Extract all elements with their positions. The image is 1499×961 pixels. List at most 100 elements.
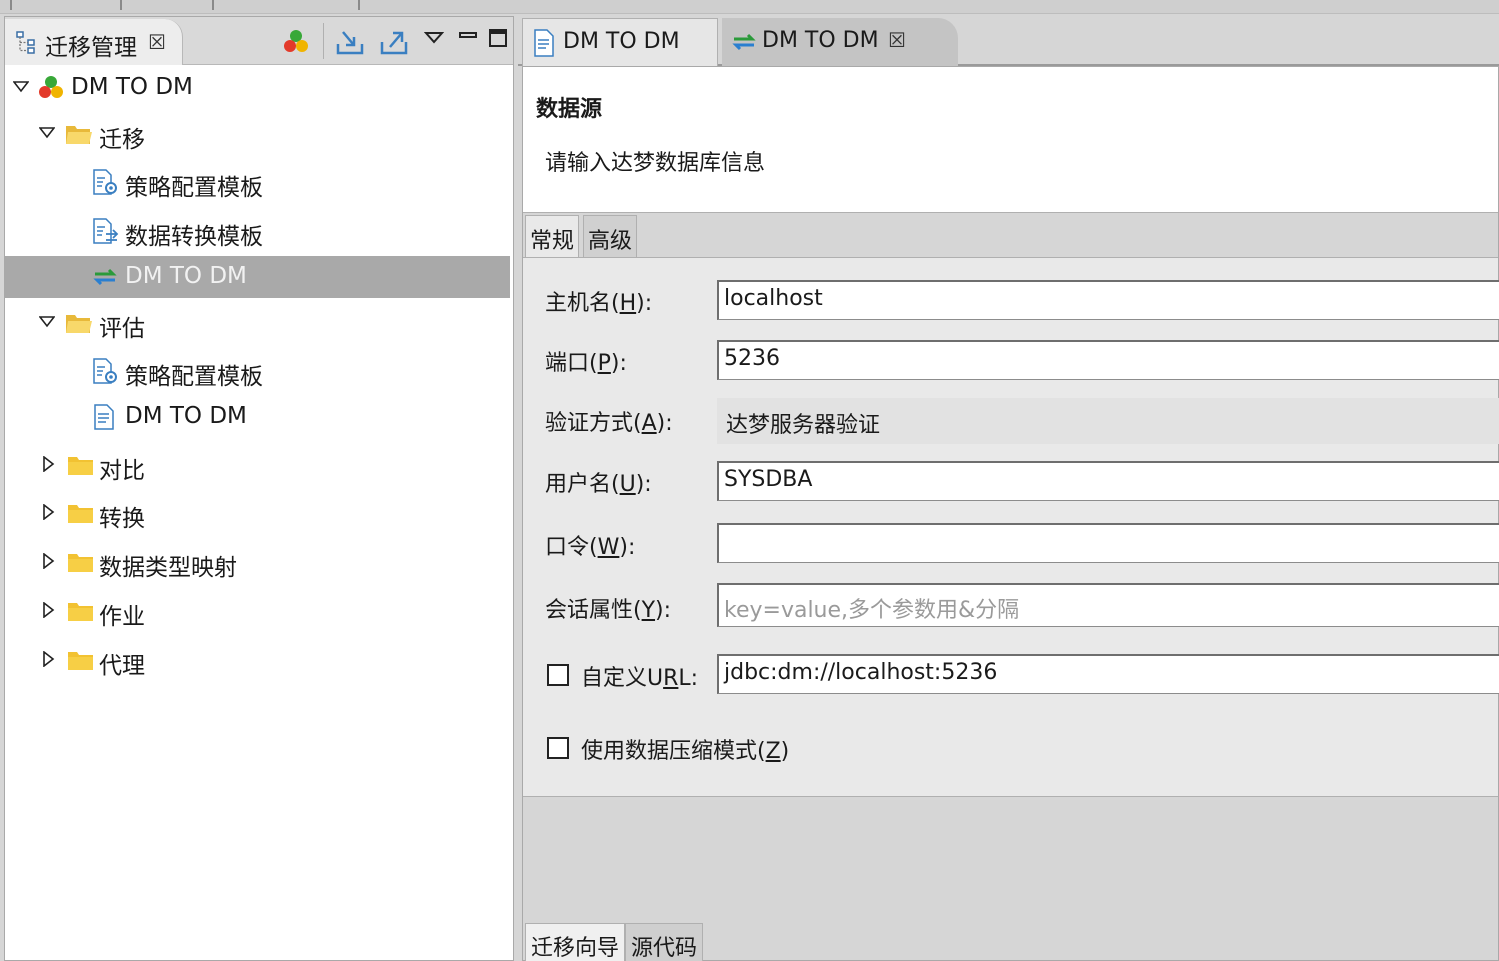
chevron-right-icon[interactable] xyxy=(41,504,57,520)
tree-item-label: 数据类型映射 xyxy=(99,555,237,581)
tree-item-agent[interactable]: 代理 xyxy=(5,639,510,681)
migration-icon xyxy=(93,268,117,286)
tab-label: 迁移管理 xyxy=(45,35,137,61)
editor-bottom-tabs: 迁移向导 源代码 xyxy=(523,923,1498,961)
custom-url-input[interactable]: jdbc:dm://localhost:5236 xyxy=(717,654,1499,694)
close-icon[interactable]: ☒ xyxy=(148,30,166,54)
document-icon xyxy=(534,29,554,57)
password-label: 口令(W): xyxy=(545,535,636,560)
folder-icon xyxy=(68,505,93,523)
top-strip-separator xyxy=(358,0,360,10)
folder-icon xyxy=(68,457,93,475)
page-description: 请输入达梦数据库信息 xyxy=(545,151,766,176)
minimize-icon[interactable] xyxy=(453,21,483,51)
tree-item-convert[interactable]: 转换 xyxy=(5,492,510,534)
tree-item-label: 策略配置模板 xyxy=(125,364,263,390)
tree-structure-icon xyxy=(16,31,35,54)
tab-label: DM TO DM xyxy=(563,29,680,54)
top-strip-separator xyxy=(212,0,214,10)
tree-item-label: 数据转换模板 xyxy=(125,224,263,250)
username-input[interactable]: SYSDBA xyxy=(717,461,1499,501)
tree-item-label: 转换 xyxy=(99,506,145,532)
wizard-header: 数据源 请输入达梦数据库信息 xyxy=(523,67,1498,213)
view-menu-icon[interactable] xyxy=(419,23,449,53)
chevron-down-icon[interactable] xyxy=(39,125,55,141)
tree-item-label: 评估 xyxy=(99,316,145,342)
tab-source-code[interactable]: 源代码 xyxy=(625,923,704,961)
tree-item-jobs[interactable]: 作业 xyxy=(5,590,510,632)
migration-icon xyxy=(732,33,756,51)
strategy-template-icon xyxy=(93,358,117,384)
strategy-template-icon xyxy=(93,169,117,195)
convert-template-icon xyxy=(93,218,119,244)
custom-url-checkbox[interactable] xyxy=(547,664,569,686)
data-compression-checkbox[interactable] xyxy=(547,737,569,759)
chevron-right-icon[interactable] xyxy=(41,602,57,618)
chevron-right-icon[interactable] xyxy=(41,553,57,569)
tree-item-convert-template[interactable]: 数据转换模板 xyxy=(5,210,510,252)
tree-item-strategy-template[interactable]: 策略配置模板 xyxy=(5,350,510,392)
username-label: 用户名(U): xyxy=(545,472,652,497)
close-icon[interactable]: ☒ xyxy=(888,28,906,52)
colored-balls-icon[interactable] xyxy=(281,27,311,57)
tree-item-strategy-template[interactable]: 策略配置模板 xyxy=(5,161,510,203)
top-strip-separator xyxy=(10,0,12,10)
migration-management-view: 迁移管理 ☒ DM TO DM 迁移 策略配置模板 数据转换模板 DM TO D… xyxy=(4,16,514,961)
top-strip-separator xyxy=(120,0,122,10)
folder-icon xyxy=(68,652,93,670)
tree-item-migration[interactable]: 迁移 xyxy=(5,113,510,155)
chevron-right-icon[interactable] xyxy=(41,651,57,667)
tab-migration-wizard[interactable]: 迁移向导 xyxy=(525,923,626,961)
maximize-icon[interactable] xyxy=(483,23,513,53)
tab-advanced[interactable]: 高级 xyxy=(583,215,638,257)
tree-item-data-type-mapping[interactable]: 数据类型映射 xyxy=(5,541,510,583)
import-icon[interactable] xyxy=(335,27,365,57)
tab-label: DM TO DM xyxy=(762,28,879,53)
auth-method-select[interactable]: 达梦服务器验证 xyxy=(717,398,1499,444)
chevron-down-icon[interactable] xyxy=(39,314,55,330)
chevron-right-icon[interactable] xyxy=(41,456,57,472)
auth-method-label: 验证方式(A): xyxy=(545,411,673,436)
editor-tabs: DM TO DM DM TO DM ☒ xyxy=(518,16,1499,66)
port-label: 端口(P): xyxy=(545,351,627,376)
project-icon xyxy=(39,76,63,98)
export-icon[interactable] xyxy=(379,27,409,57)
tree-item-compare[interactable]: 对比 xyxy=(5,444,510,486)
page-title: 数据源 xyxy=(536,97,603,122)
tree-item-label: 迁移 xyxy=(99,127,145,153)
settings-tabs: 常规 高级 xyxy=(523,215,1498,257)
session-properties-input[interactable]: key=value,多个参数用&分隔 xyxy=(717,583,1499,627)
tree-item-label: DM TO DM xyxy=(71,74,193,100)
migration-editor: DM TO DM DM TO DM ☒ 数据源 请输入达梦数据库信息 常规 高级… xyxy=(518,16,1499,961)
tree-item-dm-to-dm-assessment[interactable]: DM TO DM xyxy=(5,396,510,438)
tree-item-assessment[interactable]: 评估 xyxy=(5,302,510,344)
data-compression-label: 使用数据压缩模式(Z) xyxy=(581,739,790,764)
editor-body: 数据源 请输入达梦数据库信息 常规 高级 主机名(H): localhost 端… xyxy=(522,66,1499,961)
toolbar-separator xyxy=(323,23,324,59)
top-strip xyxy=(0,0,1499,14)
connection-form: 主机名(H): localhost 端口(P): 5236 验证方式(A): 达… xyxy=(523,257,1499,797)
tree-item-dm-to-dm-migration[interactable]: DM TO DM xyxy=(5,256,510,298)
tab-dm-to-dm-assessment[interactable]: DM TO DM xyxy=(522,18,718,66)
host-input[interactable]: localhost xyxy=(717,280,1499,320)
tree-item-project[interactable]: DM TO DM xyxy=(5,67,510,109)
tab-general[interactable]: 常规 xyxy=(525,215,580,257)
chevron-down-icon[interactable] xyxy=(13,79,29,95)
view-header: 迁移管理 ☒ xyxy=(5,17,513,65)
tab-migration-management[interactable]: 迁移管理 ☒ xyxy=(5,19,183,65)
tree-item-label: DM TO DM xyxy=(125,263,247,289)
tree-item-label: 代理 xyxy=(99,653,145,679)
folder-icon xyxy=(68,554,93,572)
folder-icon xyxy=(68,603,93,621)
custom-url-label: 自定义URL: xyxy=(581,666,699,691)
port-input[interactable]: 5236 xyxy=(717,340,1499,380)
session-properties-label: 会话属性(Y): xyxy=(545,598,672,623)
folder-open-icon xyxy=(66,126,92,144)
tree-item-label: 策略配置模板 xyxy=(125,175,263,201)
password-input[interactable] xyxy=(717,523,1499,563)
tree-item-label: DM TO DM xyxy=(125,403,247,429)
folder-open-icon xyxy=(66,315,92,333)
tree-item-label: 对比 xyxy=(99,458,145,484)
tab-dm-to-dm-migration[interactable]: DM TO DM ☒ xyxy=(722,18,958,66)
tree-item-label: 作业 xyxy=(99,604,145,630)
